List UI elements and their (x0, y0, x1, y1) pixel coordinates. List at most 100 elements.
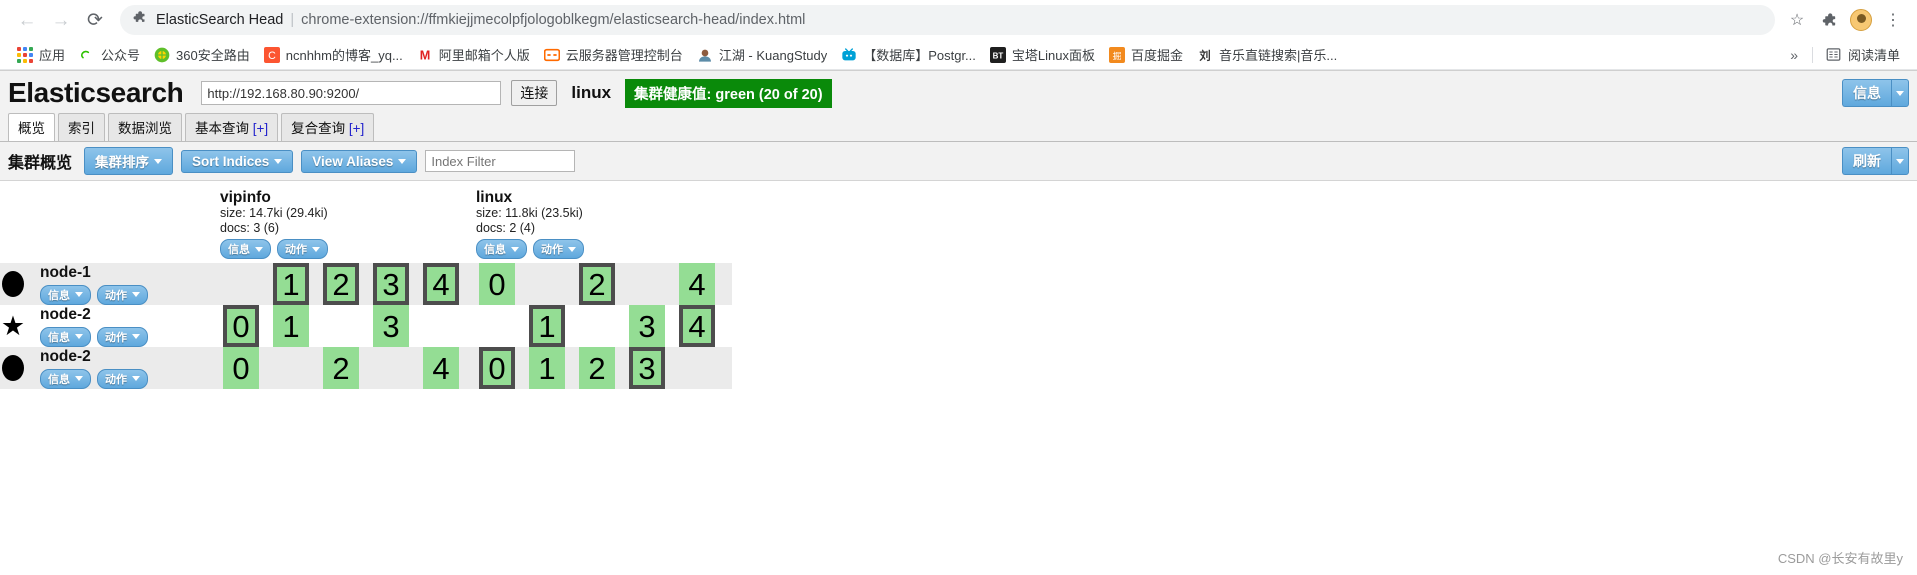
refresh-label[interactable]: 刷新 (1842, 147, 1891, 175)
chevron-down-icon (312, 246, 320, 252)
chevron-down-icon (568, 246, 576, 252)
node-details: node-2 信息 动作 (40, 348, 148, 389)
node-action-button[interactable]: 动作 (97, 326, 148, 347)
three-dots-menu-icon[interactable]: ⋮ (1879, 6, 1907, 34)
shard-slot (320, 305, 362, 347)
node-info-button[interactable]: 信息 (40, 284, 91, 305)
shard-slot: 1 (526, 305, 568, 347)
node-marker: ★ (0, 313, 26, 340)
index-action-button[interactable]: 动作 (277, 239, 328, 259)
tab-label: 索引 (68, 121, 95, 136)
tab-plus-icon: [+] (252, 121, 269, 136)
shard-primary[interactable]: 2 (579, 263, 615, 305)
tab-data-browser[interactable]: 数据浏览 (108, 113, 182, 141)
shard-primary[interactable]: 3 (373, 263, 409, 305)
info-menu-button[interactable]: 信息 (1842, 79, 1909, 107)
bookmark-item-aliyun-mail[interactable]: M 阿里邮箱个人版 (410, 43, 537, 66)
node-action-button[interactable]: 动作 (97, 368, 148, 389)
app-logo: Elasticsearch (8, 77, 184, 108)
node-name: node-1 (40, 263, 91, 281)
tab-indices[interactable]: 索引 (58, 113, 105, 141)
refresh-button[interactable]: 刷新 (1842, 147, 1909, 175)
shard-replica[interactable]: 1 (529, 347, 565, 389)
shard-replica[interactable]: 1 (273, 305, 309, 347)
shard-slot: 1 (526, 347, 568, 389)
omnibox[interactable]: ElasticSearch Head | chrome-extension://… (120, 5, 1775, 35)
shard-primary[interactable]: 0 (479, 347, 515, 389)
node-row: node-1 信息 动作 1 2 3 4 0 2 4 (0, 263, 732, 305)
reload-icon[interactable]: ⟳ (78, 3, 112, 37)
sort-indices-button[interactable]: Sort Indices (181, 149, 294, 173)
bookmark-item-cloud-console[interactable]: 云服务器管理控制台 (537, 43, 690, 66)
cluster-url-input[interactable] (201, 81, 502, 105)
bookmark-item-postgres[interactable]: 【数据库】Postgr... (834, 43, 983, 66)
shard-replica[interactable]: 0 (479, 263, 515, 305)
chevron-down-icon[interactable] (1891, 147, 1909, 175)
bookmark-apps[interactable]: 应用 (10, 43, 72, 66)
index-info-button[interactable]: 信息 (220, 239, 271, 259)
shard-primary[interactable]: 3 (629, 347, 665, 389)
reading-list-button[interactable]: 阅读清单 (1819, 43, 1907, 66)
svg-text:BT: BT (993, 51, 1004, 60)
profile-avatar-icon[interactable] (1847, 6, 1875, 34)
bookmark-item-csdn-blog[interactable]: C ncnhhm的博客_yq... (257, 43, 410, 66)
cluster-sort-label: 集群排序 (95, 155, 150, 170)
shard-primary[interactable]: 4 (679, 305, 715, 347)
cluster-sort-button[interactable]: 集群排序 (84, 147, 174, 175)
bookmark-item-juejin[interactable]: 掘 百度掘金 (1102, 43, 1190, 66)
shard-replica[interactable]: 4 (423, 347, 459, 389)
tab-composite-query[interactable]: 复合查询 [+] (281, 113, 375, 141)
index-filter-input[interactable] (425, 150, 576, 172)
index-action-button[interactable]: 动作 (533, 239, 584, 259)
index-name: linux (476, 189, 513, 206)
chevron-down-icon[interactable] (1891, 79, 1909, 107)
tab-basic-query[interactable]: 基本查询 [+] (185, 113, 279, 141)
shard-replica[interactable]: 3 (629, 305, 665, 347)
bookmark-item-360[interactable]: 360安全路由 (147, 43, 257, 66)
forward-arrow-icon[interactable]: → (44, 3, 78, 37)
shard-primary[interactable]: 1 (529, 305, 565, 347)
node-info: node-1 信息 动作 (0, 264, 220, 305)
index-size: size: 14.7ki (29.4ki) (220, 206, 328, 220)
shard-primary[interactable]: 2 (323, 263, 359, 305)
shard-replica[interactable]: 2 (323, 347, 359, 389)
bookmark-item-kuangstudy[interactable]: 江湖 - KuangStudy (690, 43, 834, 66)
shard-primary[interactable]: 4 (423, 263, 459, 305)
bookmarks-overflow-button[interactable]: » (1782, 47, 1806, 63)
cluster-toolbar: 集群概览 集群排序 Sort Indices View Aliases 刷新 (0, 142, 1917, 181)
tab-overview[interactable]: 概览 (8, 113, 55, 141)
bookmark-item-bt-panel[interactable]: BT 宝塔Linux面板 (983, 43, 1102, 66)
node-cell: ★ node-2 信息 动作 (0, 305, 220, 347)
node-marker (0, 271, 26, 297)
bookmark-item-wechat[interactable]: 公众号 (72, 43, 147, 66)
shard-replica[interactable]: 3 (373, 305, 409, 347)
elasticsearch-head-app: Elasticsearch 连接 linux 集群健康值: green (20 … (0, 70, 1917, 389)
view-aliases-button[interactable]: View Aliases (301, 149, 418, 173)
connect-button[interactable]: 连接 (511, 80, 558, 106)
address-url[interactable]: chrome-extension://ffmkiejjmecolpfjologo… (301, 12, 805, 28)
shard-replica[interactable]: 0 (223, 347, 259, 389)
shard-primary[interactable]: 0 (223, 305, 259, 347)
action-label: 动作 (285, 244, 307, 256)
shard-slot: 0 (476, 263, 518, 305)
index-info-button[interactable]: 信息 (476, 239, 527, 259)
back-arrow-icon[interactable]: ← (10, 3, 44, 37)
extensions-puzzle-icon[interactable] (1815, 6, 1843, 34)
node-action-button[interactable]: 动作 (97, 284, 148, 305)
watermark: CSDN @长安有故里y (1777, 551, 1903, 566)
node-row: node-2 信息 动作 0 2 4 0 1 2 3 (0, 347, 732, 389)
shard-primary[interactable]: 1 (273, 263, 309, 305)
shard-replica[interactable]: 4 (679, 263, 715, 305)
node-info-button[interactable]: 信息 (40, 326, 91, 347)
action-label: 动作 (541, 244, 563, 256)
wechat-icon (79, 47, 95, 63)
shard-cell-vipinfo: 01 3 (220, 305, 476, 347)
bookmark-star-icon[interactable]: ☆ (1783, 6, 1811, 34)
info-menu-label[interactable]: 信息 (1842, 79, 1891, 107)
index-docs: docs: 2 (4) (476, 221, 536, 235)
bookmark-item-music[interactable]: 刘 音乐直链搜索|音乐... (1190, 43, 1344, 66)
bt-panel-icon: BT (989, 46, 1006, 63)
shard-matrix: vipinfo size: 14.7ki (29.4ki) docs: 3 (6… (0, 181, 732, 389)
node-info-button[interactable]: 信息 (40, 368, 91, 389)
shard-replica[interactable]: 2 (579, 347, 615, 389)
